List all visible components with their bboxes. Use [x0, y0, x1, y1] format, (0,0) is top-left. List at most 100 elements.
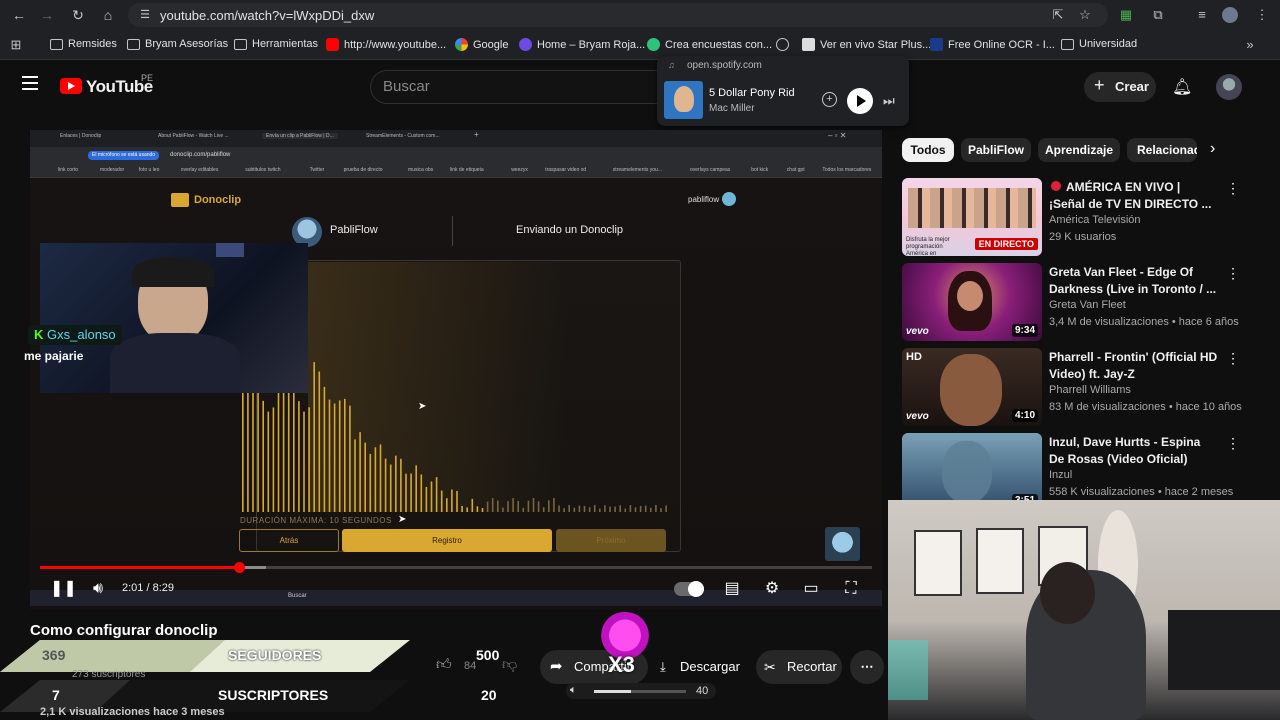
waveform-bar [293, 383, 295, 512]
inner-bookmark: Twitter [309, 167, 325, 173]
volume-slider[interactable] [594, 690, 686, 693]
fullscreen-icon[interactable]: ⛶ [841, 579, 861, 599]
home-icon[interactable]: ⌂ [99, 6, 117, 24]
waveform-bar [491, 498, 494, 512]
install-app-icon[interactable]: ⇱ [1050, 7, 1066, 23]
rec-channel[interactable]: Greta Van Fleet [1049, 299, 1126, 311]
bookmark-herramientas[interactable]: Herramientas [234, 38, 318, 50]
settings-gear-icon[interactable]: ⚙︎ [762, 579, 782, 599]
pause-icon[interactable]: ❚❚ [50, 579, 77, 599]
rec-channel[interactable]: Pharrell Williams [1049, 384, 1131, 396]
bookmark-star-icon[interactable]: ☆ [1077, 7, 1093, 23]
hamburger-menu-icon[interactable] [22, 76, 38, 90]
waveform-bar [425, 486, 428, 512]
extensions-puzzle-icon[interactable]: ⧉ [1150, 7, 1166, 23]
video-title: Como configurar donoclip [30, 622, 218, 639]
more-actions-icon[interactable]: ⋯ [850, 650, 884, 684]
play-button[interactable] [847, 88, 873, 114]
bookmark-ocr[interactable]: Free Online OCR - I... [930, 38, 1055, 51]
record-button[interactable]: Registro [342, 529, 552, 552]
speaker-icon: 🔈︎ [570, 684, 577, 696]
youtube-logo-icon[interactable] [60, 78, 82, 94]
next-track-icon[interactable]: ⏭︎ [883, 93, 895, 109]
dislike-icon[interactable]: 👎︎ [502, 656, 517, 674]
bookmark-youtube[interactable]: http://www.youtube... [326, 38, 446, 51]
rec-menu-icon[interactable]: ⋮ [1226, 435, 1240, 452]
next-button[interactable]: Próximo [556, 529, 666, 552]
extension-icon[interactable]: ▦ [1118, 7, 1134, 23]
bookmark-bryam-asesorias[interactable]: Bryam Asesorías [127, 38, 228, 50]
inner-bookmark: subtitulos twitch [245, 167, 281, 173]
media-controls-icon[interactable]: ≡ [1194, 7, 1210, 23]
clip-button[interactable]: ✂ Recortar [756, 650, 842, 684]
rec-title[interactable]: Inzul, Dave Hurtts - Espina De Rosas (Vi… [1049, 434, 1219, 468]
live-badge: EN DIRECTO [974, 238, 1038, 250]
apps-grid-icon[interactable]: ⊞ [8, 37, 24, 53]
waveform-bar [389, 464, 392, 512]
rec-channel[interactable]: Inzul [1049, 469, 1072, 481]
video-views: 2,1 K visualizaciones hace 3 meses [40, 706, 225, 718]
waveform-bar [660, 508, 662, 512]
share-icon: ➦ [550, 658, 563, 675]
rec-title[interactable]: Greta Van Fleet - Edge Of Darkness (Live… [1049, 264, 1219, 298]
bookmark-remsides[interactable]: Remsides [50, 38, 117, 50]
chip-all[interactable]: Todos [902, 138, 954, 162]
create-button[interactable]: + Crear [1084, 72, 1156, 102]
browser-menu-icon[interactable]: ⋮ [1254, 7, 1270, 23]
bookmark-universidad[interactable]: Universidad [1061, 38, 1137, 50]
rec-menu-icon[interactable]: ⋮ [1226, 350, 1240, 367]
rec-thumbnail[interactable]: Disfruta la mejor programación América e… [902, 178, 1042, 256]
back-arrow-icon[interactable]: ← [10, 6, 28, 24]
volume-icon[interactable]: 🔊︎ [88, 579, 108, 599]
waveform-bar [328, 399, 331, 512]
download-button[interactable]: ⤓ Descargar [652, 650, 752, 684]
inner-bookmark: moderador [100, 167, 125, 173]
rec-title[interactable]: AMÉRICA EN VIVO | ¡Señal de TV EN DIRECT… [1049, 179, 1219, 213]
chips-next-icon[interactable]: › [1210, 140, 1215, 158]
streamer-webcam [40, 243, 308, 393]
forward-arrow-icon[interactable]: → [38, 6, 56, 24]
theater-mode-icon[interactable]: ▭ [801, 579, 821, 599]
waveform-bar [282, 376, 285, 512]
account-avatar[interactable] [1216, 74, 1242, 100]
rec-thumbnail[interactable]: vevo 9:34 [902, 263, 1042, 341]
rec-channel[interactable]: América Televisión [1049, 214, 1141, 226]
site-info-icon[interactable]: ☰ [136, 6, 154, 24]
rec-menu-icon[interactable]: ⋮ [1226, 265, 1240, 282]
bookmark-google[interactable]: Google [455, 38, 508, 51]
profile-avatar[interactable] [1222, 7, 1238, 23]
waveform-bar [609, 506, 611, 512]
reload-icon[interactable]: ↻ [69, 6, 87, 24]
waveform-bar [308, 407, 310, 512]
add-icon[interactable]: + [822, 92, 837, 107]
chip-learning[interactable]: Aprendizaje [1038, 138, 1120, 162]
chip-pabliflow[interactable]: PabliFlow [961, 138, 1031, 162]
bookmark-star-plus[interactable]: Ver en vivo Star Plus... [802, 38, 931, 51]
back-button[interactable]: Atrás [239, 529, 339, 552]
inner-bookmark: musica obs [408, 167, 434, 173]
waveform-bar [446, 498, 448, 512]
youtube-favicon-icon [326, 38, 339, 51]
waveform-bar [395, 455, 397, 512]
rec-title[interactable]: Pharrell - Frontin' (Official HD Video) … [1049, 349, 1219, 383]
bookmark-globe[interactable] [776, 38, 789, 51]
chip-related[interactable]: Relacionado [1127, 138, 1197, 162]
rec-menu-icon[interactable]: ⋮ [1226, 180, 1240, 197]
bookmark-home-bryam[interactable]: Home – Bryam Roja... [519, 38, 645, 51]
region-code: PE [141, 73, 154, 83]
cursor-icon: ➤ [398, 514, 407, 525]
like-icon[interactable]: 👍︎ [436, 656, 452, 674]
waveform-bar [481, 508, 484, 512]
waveform-bar [512, 498, 514, 512]
more-bookmarks-icon[interactable]: » [1242, 37, 1258, 53]
notifications-bell-icon[interactable]: 🔔︎ [1172, 77, 1192, 97]
progress-scrubber[interactable] [233, 562, 245, 573]
autoplay-toggle[interactable] [674, 581, 704, 597]
rec-thumbnail[interactable]: HD vevo 4:10 [902, 348, 1042, 426]
subtitles-icon[interactable]: ▤ [722, 579, 742, 599]
waveform-bar [287, 372, 290, 512]
waveform-bar [522, 507, 525, 512]
waveform-bar [405, 473, 407, 512]
bookmark-encuestas[interactable]: Crea encuestas con... [647, 38, 772, 51]
waveform-bar [262, 400, 264, 512]
